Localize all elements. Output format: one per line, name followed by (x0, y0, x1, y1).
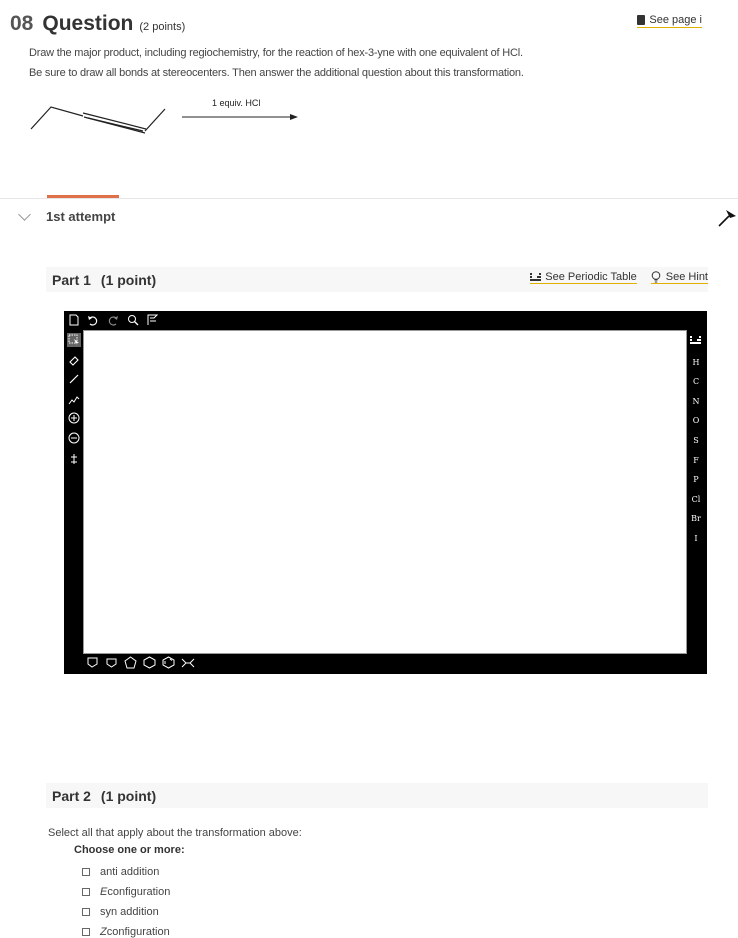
question-prompt: Draw the major product, including regioc… (29, 43, 524, 83)
negative-charge-icon[interactable] (67, 431, 81, 445)
select-tool-icon[interactable] (67, 333, 81, 347)
option-label: syn addition (100, 906, 159, 918)
editor-ring-toolbar (86, 656, 195, 669)
part2-points: (1 point) (100, 787, 157, 804)
part1-points: (1 point) (100, 271, 157, 288)
question-header: 08 Question (2 points) (10, 12, 185, 36)
positive-charge-icon[interactable] (67, 411, 81, 425)
option-label-italic: Z (100, 926, 107, 938)
part1-title: Part 1 (52, 271, 91, 288)
option-e-configuration[interactable]: E configuration (82, 882, 170, 902)
benzene-icon[interactable] (162, 656, 175, 669)
new-document-icon[interactable] (68, 313, 80, 327)
book-icon (637, 15, 646, 25)
element-f[interactable]: F (693, 451, 699, 471)
periodic-table-icon (530, 273, 542, 281)
template-icon[interactable] (86, 656, 99, 669)
drawing-canvas[interactable] (83, 330, 687, 654)
hint-label: See Hint (665, 271, 708, 283)
arrow-tool-icon[interactable] (67, 451, 81, 465)
editor-element-toolbar: H C N O S F P Cl Br I (688, 333, 704, 549)
element-p[interactable]: P (693, 470, 698, 490)
choose-instruction: Choose one or more: (74, 844, 185, 856)
undo-icon[interactable] (86, 313, 100, 327)
attempt-label: 1st attempt (46, 209, 116, 224)
periodic-table-link[interactable]: See Periodic Table (530, 271, 637, 284)
part1-header: Part 1 (1 point) See Periodic Table See … (46, 267, 708, 292)
single-bond-icon[interactable] (67, 372, 81, 386)
chevron-down-icon (18, 208, 31, 221)
part2-question: Select all that apply about the transfor… (48, 827, 302, 839)
part1-links: See Periodic Table See Hint (530, 271, 708, 284)
option-label: configuration (107, 886, 171, 898)
see-page-link[interactable]: See page i (637, 14, 702, 28)
chain-tool-icon[interactable] (67, 392, 81, 406)
question-title: Question (42, 12, 134, 35)
eraser-icon[interactable] (67, 353, 81, 367)
option-label: configuration (106, 926, 170, 938)
see-page-label: See page i (649, 14, 702, 26)
option-label: anti addition (100, 866, 160, 878)
checkbox[interactable] (82, 868, 90, 876)
checkbox[interactable] (82, 908, 90, 916)
chair-icon[interactable] (181, 656, 195, 669)
element-h[interactable]: H (693, 353, 700, 373)
option-label-italic: E (100, 886, 108, 898)
option-syn-addition[interactable]: syn addition (82, 902, 170, 922)
hex-3-yne-structure (30, 106, 298, 134)
redo-icon[interactable] (106, 313, 120, 327)
prompt-line-2: Be sure to draw all bonds at stereocente… (29, 67, 524, 79)
prompt-line-1: Draw the major product, including regioc… (29, 47, 523, 59)
reagent-label: 1 equiv. HCl (212, 98, 261, 108)
element-s[interactable]: S (693, 431, 698, 451)
part2-header: Part 2 (1 point) (46, 783, 708, 808)
element-o[interactable]: O (693, 411, 700, 431)
cyclopentane-icon[interactable] (124, 656, 137, 669)
editor-top-toolbar (68, 313, 160, 327)
clean-structure-icon[interactable] (146, 313, 160, 327)
answer-options: anti addition E configuration syn additi… (82, 862, 170, 938)
pin-icon[interactable] (718, 206, 738, 228)
cyclopropane-icon[interactable] (105, 656, 118, 669)
hint-link[interactable]: See Hint (650, 271, 708, 284)
zoom-icon[interactable] (126, 313, 140, 327)
element-br[interactable]: Br (691, 509, 701, 529)
editor-left-toolbar (66, 333, 82, 470)
part2-title: Part 2 (52, 787, 91, 804)
option-anti-addition[interactable]: anti addition (82, 862, 170, 882)
checkbox[interactable] (82, 888, 90, 896)
periodic-table-button-icon[interactable] (690, 333, 702, 353)
attempt-toggle[interactable]: 1st attempt (18, 208, 116, 224)
checkbox[interactable] (82, 928, 90, 936)
element-i[interactable]: I (694, 529, 697, 549)
question-points: (2 points) (139, 21, 186, 33)
attempt-tab-indicator (47, 195, 119, 198)
section-divider (0, 198, 738, 199)
cyclohexane-icon[interactable] (143, 656, 156, 669)
question-number: 08 (10, 12, 34, 35)
element-cl[interactable]: Cl (692, 490, 701, 510)
lightbulb-icon (651, 271, 661, 283)
structure-editor: H C N O S F P Cl Br I (64, 311, 707, 674)
element-n[interactable]: N (693, 392, 700, 412)
element-c[interactable]: C (693, 372, 699, 392)
option-z-configuration[interactable]: Z configuration (82, 922, 170, 938)
periodic-table-label: See Periodic Table (545, 271, 637, 283)
